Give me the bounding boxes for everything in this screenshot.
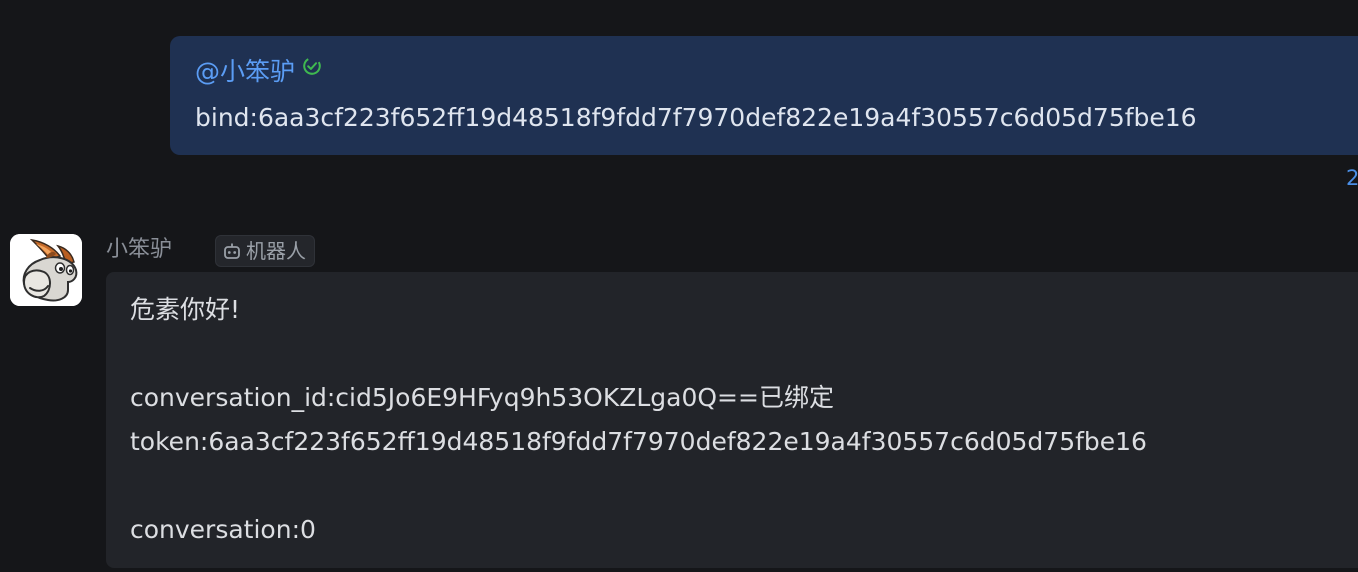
bot-badge: 机器人 (215, 235, 315, 267)
message-line-conversation: conversation:0 (130, 515, 316, 544)
message-line-token: token:6aa3cf223f652ff19d48518f9fdd7f7970… (130, 427, 1147, 456)
check-circle-icon (303, 57, 321, 75)
message-line-greeting: 危素你好! (130, 295, 241, 324)
mention-row: @小笨驴 (195, 56, 323, 88)
donkey-avatar-icon (10, 234, 82, 306)
mention-link[interactable]: @小笨驴 (195, 56, 295, 88)
bot-badge-label: 机器人 (246, 239, 306, 263)
robot-icon (224, 243, 240, 259)
avatar[interactable] (10, 234, 82, 306)
message-timestamp: 2 (1346, 166, 1358, 190)
incoming-message-bubble[interactable]: 危素你好! conversation_id:cid5Jo6E9HFyq9h53O… (106, 272, 1358, 568)
outgoing-message-bubble[interactable]: @小笨驴 bind:6aa3cf223f652ff19d48518f9fdd7f… (170, 36, 1358, 155)
message-line-conversation-id: conversation_id:cid5Jo6E9HFyq9h53OKZLga0… (130, 383, 834, 412)
sender-name[interactable]: 小笨驴 (106, 234, 172, 266)
outgoing-message-text: bind:6aa3cf223f652ff19d48518f9fdd7f7970d… (195, 103, 1197, 132)
chat-panel: @小笨驴 bind:6aa3cf223f652ff19d48518f9fdd7f… (0, 0, 1358, 572)
